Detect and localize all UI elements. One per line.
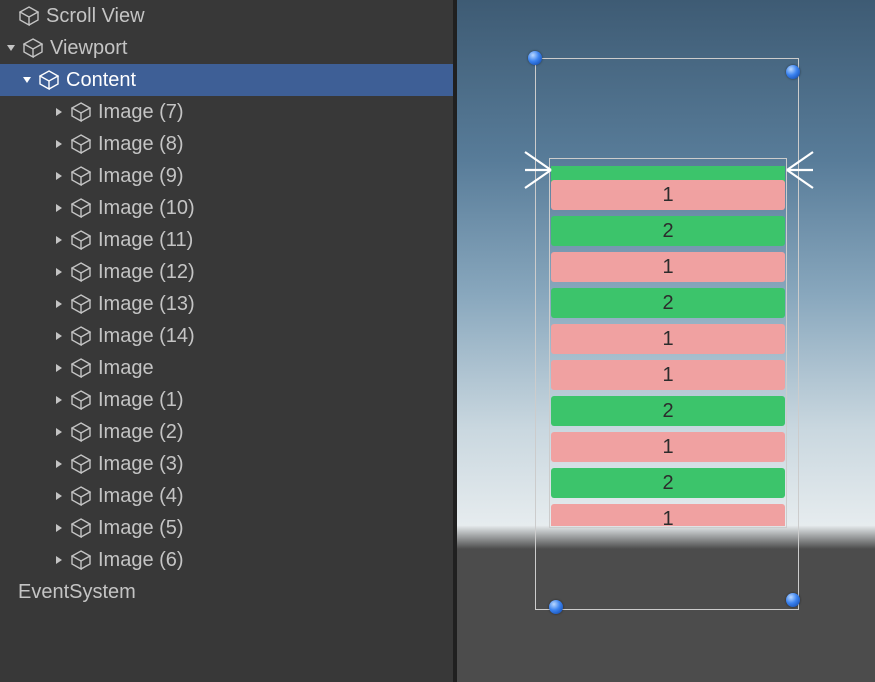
hierarchy-item-label: Image (7)	[98, 96, 184, 128]
hierarchy-row[interactable]: Image (9)	[0, 160, 453, 192]
gameobject-icon	[70, 453, 92, 475]
foldout-right-icon[interactable]	[52, 201, 66, 215]
foldout-right-icon[interactable]	[52, 553, 66, 567]
hierarchy-item-label: Viewport	[50, 32, 127, 64]
hierarchy-row[interactable]: Content	[0, 64, 453, 96]
hierarchy-row[interactable]: Image (5)	[0, 512, 453, 544]
gameobject-icon	[70, 421, 92, 443]
hierarchy-item-label: Image (3)	[98, 448, 184, 480]
foldout-right-icon[interactable]	[52, 329, 66, 343]
hierarchy-panel[interactable]: Scroll ViewViewportContentImage (7)Image…	[0, 0, 453, 682]
foldout-right-icon[interactable]	[52, 233, 66, 247]
list-item[interactable]: 2	[551, 216, 785, 246]
gameobject-icon	[70, 229, 92, 251]
hierarchy-item-label: Image (9)	[98, 160, 184, 192]
foldout-down-icon[interactable]	[20, 73, 34, 87]
gameobject-icon	[70, 517, 92, 539]
hierarchy-item-label: Image (5)	[98, 512, 184, 544]
foldout-right-icon[interactable]	[52, 489, 66, 503]
hierarchy-row[interactable]: Image (12)	[0, 256, 453, 288]
rect-handle[interactable]	[528, 51, 542, 65]
hierarchy-item-label: Image (11)	[98, 224, 193, 256]
gameobject-icon	[18, 5, 40, 27]
list-item[interactable]: 2	[551, 468, 785, 498]
hierarchy-row[interactable]: Image (2)	[0, 416, 453, 448]
gameobject-icon	[70, 261, 92, 283]
hierarchy-item-label: Content	[66, 64, 136, 96]
list-item[interactable]: 1	[551, 432, 785, 462]
hierarchy-row[interactable]: EventSystem	[0, 576, 453, 608]
list-item[interactable]: 1	[551, 324, 785, 354]
foldout-right-icon[interactable]	[52, 393, 66, 407]
scene-view[interactable]: 1 2 1 2 1 1 2 1 2 1	[453, 0, 875, 682]
hierarchy-row[interactable]: Image (3)	[0, 448, 453, 480]
hierarchy-row[interactable]: Image (10)	[0, 192, 453, 224]
hierarchy-row[interactable]: Viewport	[0, 32, 453, 64]
gameobject-icon	[38, 69, 60, 91]
gameobject-icon	[70, 485, 92, 507]
list-item[interactable]: 1	[551, 252, 785, 282]
foldout-right-icon[interactable]	[52, 105, 66, 119]
gameobject-icon	[70, 549, 92, 571]
foldout-none	[0, 585, 14, 599]
hierarchy-row[interactable]: Image (6)	[0, 544, 453, 576]
hierarchy-item-label: Image (1)	[98, 384, 184, 416]
foldout-right-icon[interactable]	[52, 297, 66, 311]
scroll-list-area[interactable]: 1 2 1 2 1 1 2 1 2 1	[551, 166, 785, 526]
hierarchy-row[interactable]: Image (11)	[0, 224, 453, 256]
rect-handle[interactable]	[786, 593, 800, 607]
hierarchy-item-label: Scroll View	[46, 0, 145, 32]
hierarchy-item-label: Image (10)	[98, 192, 195, 224]
hierarchy-row[interactable]: Image (8)	[0, 128, 453, 160]
gameobject-icon	[22, 37, 44, 59]
gameobject-icon	[70, 325, 92, 347]
foldout-right-icon[interactable]	[52, 457, 66, 471]
list-item[interactable]: 1	[551, 180, 785, 210]
gameobject-icon	[70, 389, 92, 411]
hierarchy-row[interactable]: Image (13)	[0, 288, 453, 320]
hierarchy-row[interactable]: Image	[0, 352, 453, 384]
gameobject-icon	[70, 133, 92, 155]
foldout-down-icon[interactable]	[4, 41, 18, 55]
hierarchy-row[interactable]: Image (4)	[0, 480, 453, 512]
foldout-right-icon[interactable]	[52, 361, 66, 375]
foldout-right-icon[interactable]	[52, 169, 66, 183]
hierarchy-row[interactable]: Image (1)	[0, 384, 453, 416]
hierarchy-row[interactable]: Image (14)	[0, 320, 453, 352]
hierarchy-item-label: Image	[98, 352, 154, 384]
gameobject-icon	[70, 101, 92, 123]
hierarchy-item-label: Image (13)	[98, 288, 195, 320]
hierarchy-row[interactable]: Image (7)	[0, 96, 453, 128]
foldout-right-icon[interactable]	[52, 265, 66, 279]
hierarchy-item-label: Image (14)	[98, 320, 195, 352]
foldout-none	[0, 9, 14, 23]
hierarchy-row[interactable]: Scroll View	[0, 0, 453, 32]
rect-handle[interactable]	[786, 65, 800, 79]
hierarchy-item-label: Image (8)	[98, 128, 184, 160]
gameobject-icon	[70, 357, 92, 379]
list-item[interactable]: 1	[551, 360, 785, 390]
gameobject-icon	[70, 165, 92, 187]
gameobject-icon	[70, 293, 92, 315]
list-item[interactable]: 1	[551, 504, 785, 526]
hierarchy-item-label: EventSystem	[18, 576, 136, 608]
hierarchy-item-label: Image (2)	[98, 416, 184, 448]
list-item[interactable]: 2	[551, 288, 785, 318]
foldout-right-icon[interactable]	[52, 425, 66, 439]
list-item[interactable]: 2	[551, 396, 785, 426]
foldout-right-icon[interactable]	[52, 521, 66, 535]
hierarchy-item-label: Image (4)	[98, 480, 184, 512]
rect-handle[interactable]	[549, 600, 563, 614]
hierarchy-item-label: Image (6)	[98, 544, 184, 576]
hierarchy-item-label: Image (12)	[98, 256, 195, 288]
foldout-right-icon[interactable]	[52, 137, 66, 151]
gameobject-icon	[70, 197, 92, 219]
